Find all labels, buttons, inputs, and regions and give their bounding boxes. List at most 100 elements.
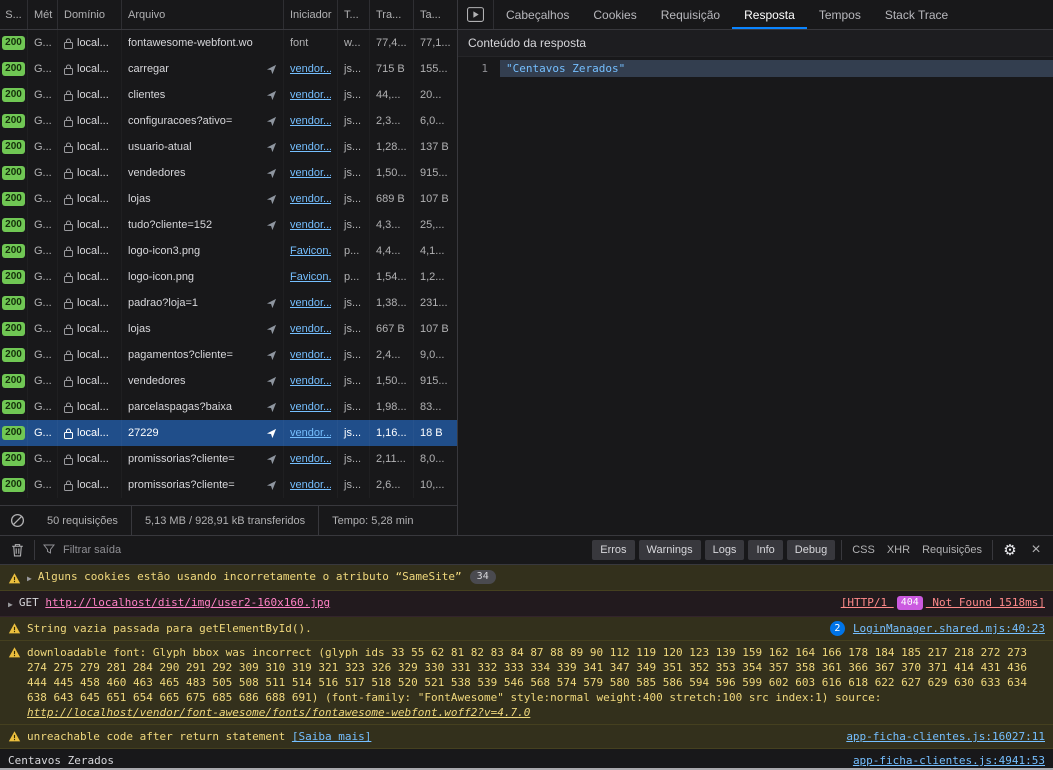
network-request-row[interactable]: 200G...local...usuario-atualvendor....js… <box>0 134 457 160</box>
initiator-label[interactable]: vendor.... <box>290 349 331 361</box>
filter-button-info[interactable]: Info <box>748 540 782 560</box>
initiator-cell: vendor.... <box>284 290 338 316</box>
upload-arrow-icon <box>262 454 277 465</box>
type-cell: p... <box>338 238 370 264</box>
clear-console-button[interactable] <box>4 538 30 562</box>
initiator-label[interactable]: vendor.... <box>290 63 331 75</box>
response-code-viewer[interactable]: 1 "Centavos Zerados" <box>458 57 1053 535</box>
column-header-transferred[interactable]: Tra... <box>370 0 414 29</box>
domain-label: local... <box>77 323 109 335</box>
font-source-link[interactable]: http://localhost/vendor/font-awesome/fon… <box>27 706 530 719</box>
method-cell: G... <box>28 238 58 264</box>
column-header-status[interactable]: S... <box>0 0 28 29</box>
initiator-label[interactable]: vendor.... <box>290 193 331 205</box>
source-link[interactable]: app-ficha-clientes.js:16027:11 <box>846 729 1045 744</box>
tab-stack-trace[interactable]: Stack Trace <box>873 0 960 29</box>
initiator-label[interactable]: vendor.... <box>290 453 331 465</box>
initiator-label[interactable]: vendor.... <box>290 115 331 127</box>
network-request-row[interactable]: 200G...local...promissorias?cliente=vend… <box>0 446 457 472</box>
filter-button-debug[interactable]: Debug <box>787 540 835 560</box>
network-request-row[interactable]: 200G...local...vendedoresvendor....js...… <box>0 368 457 394</box>
learn-more-link[interactable]: [Saiba mais] <box>292 730 371 743</box>
network-request-row[interactable]: 200G...local...vendedoresvendor....js...… <box>0 160 457 186</box>
network-request-row[interactable]: 200G...local...clientesvendor....js...44… <box>0 82 457 108</box>
source-link[interactable]: LoginManager.shared.mjs:40:23 <box>853 621 1045 636</box>
network-request-row[interactable]: 200G...local...carregarvendor....js...71… <box>0 56 457 82</box>
initiator-label[interactable]: vendor.... <box>290 427 331 439</box>
initiator-label[interactable]: vendor.... <box>290 323 331 335</box>
console-message[interactable]: String vazia passada para getElementById… <box>0 617 1053 641</box>
media-play-icon[interactable] <box>458 0 494 29</box>
initiator-label[interactable]: vendor.... <box>290 375 331 387</box>
network-request-row[interactable]: 200G...local...pagamentos?cliente=vendor… <box>0 342 457 368</box>
network-request-row[interactable]: 200G...local...parcelaspagas?baixavendor… <box>0 394 457 420</box>
console-message[interactable]: ▶ Alguns cookies estão usando incorretame… <box>0 565 1053 591</box>
console-message[interactable]: unreachable code after return statement … <box>0 725 1053 749</box>
expand-arrow-icon[interactable]: ▶ <box>8 597 13 612</box>
tab-resposta[interactable]: Resposta <box>732 0 807 29</box>
initiator-label[interactable]: Favicon... <box>290 245 331 257</box>
filter-button-erros[interactable]: Erros <box>592 540 634 560</box>
source-link[interactable]: app-ficha-clientes.js:4941:53 <box>853 753 1045 768</box>
filter-button-warnings[interactable]: Warnings <box>639 540 701 560</box>
request-url[interactable]: http://localhost/dist/img/user2-160x160.… <box>45 596 330 609</box>
console-message[interactable]: Centavos Zeradosapp-ficha-clientes.js:49… <box>0 749 1053 768</box>
filter-button-logs[interactable]: Logs <box>705 540 745 560</box>
filter-button-css[interactable]: CSS <box>846 540 881 560</box>
column-header-domain[interactable]: Domínio <box>58 0 122 29</box>
transferred-cell: 1,50... <box>370 160 414 186</box>
network-request-row[interactable]: 200G...local...logo-icon3.pngFavicon...p… <box>0 238 457 264</box>
initiator-label[interactable]: vendor.... <box>290 167 331 179</box>
column-header-initiator[interactable]: Iniciador <box>284 0 338 29</box>
lock-icon <box>64 324 73 335</box>
tab-tempos[interactable]: Tempos <box>807 0 873 29</box>
response-line[interactable]: 1 "Centavos Zerados" <box>458 60 1053 77</box>
filter-button-requisi-es[interactable]: Requisições <box>916 540 988 560</box>
initiator-label[interactable]: vendor.... <box>290 219 331 231</box>
status-badge: 200 <box>2 270 25 284</box>
tab-cookies[interactable]: Cookies <box>581 0 648 29</box>
initiator-label[interactable]: vendor.... <box>290 479 331 491</box>
clear-requests-icon[interactable] <box>0 513 34 528</box>
network-request-row[interactable]: 200G...local...tudo?cliente=152vendor...… <box>0 212 457 238</box>
domain-cell: local... <box>58 30 122 56</box>
tab-requisi-o[interactable]: Requisição <box>649 0 732 29</box>
initiator-label[interactable]: Favicon... <box>290 271 331 283</box>
initiator-label[interactable]: vendor.... <box>290 401 331 413</box>
initiator-label[interactable]: vendor.... <box>290 141 331 153</box>
message-body-text: Alguns cookies estão usando incorretamen… <box>38 570 462 583</box>
console-message[interactable]: downloadable font: Glyph bbox was incorr… <box>0 641 1053 725</box>
file-label: fontawesome-webfont.wo <box>128 37 253 49</box>
initiator-label[interactable]: vendor.... <box>290 89 331 101</box>
initiator-label[interactable]: vendor.... <box>290 297 331 309</box>
close-console-icon[interactable]: × <box>1023 538 1049 562</box>
expand-arrow-icon[interactable]: ▶ <box>27 571 32 586</box>
requests-count: 50 requisições <box>34 515 131 527</box>
network-request-row[interactable]: 200G...local...logo-icon.pngFavicon...p.… <box>0 264 457 290</box>
transferred-cell: 77,4... <box>370 30 414 56</box>
network-request-row[interactable]: 200G...local...27229vendor....js...1,16.… <box>0 420 457 446</box>
size-cell: 915... <box>414 160 457 186</box>
column-header-file[interactable]: Arquivo <box>122 0 284 29</box>
console-message[interactable]: ▶GET http://localhost/dist/img/user2-160… <box>0 591 1053 617</box>
column-header-type[interactable]: T... <box>338 0 370 29</box>
status-cell: 200 <box>0 238 28 264</box>
network-request-row[interactable]: 200G...local...fontawesome-webfont.wofon… <box>0 30 457 56</box>
file-cell: tudo?cliente=152 <box>122 212 284 238</box>
type-cell: js... <box>338 420 370 446</box>
filter-button-xhr[interactable]: XHR <box>881 540 916 560</box>
column-header-method[interactable]: Mét <box>28 0 58 29</box>
network-request-row[interactable]: 200G...local...promissorias?cliente=vend… <box>0 472 457 498</box>
method-cell: G... <box>28 472 58 498</box>
file-label: pagamentos?cliente= <box>128 349 233 361</box>
console-settings-icon[interactable]: ⚙ <box>997 538 1023 562</box>
network-request-row[interactable]: 200G...local...lojasvendor....js...689 B… <box>0 186 457 212</box>
column-header-size[interactable]: Ta... <box>414 0 458 29</box>
network-request-row[interactable]: 200G...local...configuracoes?ativo=vendo… <box>0 108 457 134</box>
size-cell: 107 B <box>414 316 457 342</box>
console-filter-input[interactable] <box>61 543 590 557</box>
network-request-row[interactable]: 200G...local...padrao?loja=1vendor....js… <box>0 290 457 316</box>
size-cell: 83... <box>414 394 457 420</box>
network-request-row[interactable]: 200G...local...lojasvendor....js...667 B… <box>0 316 457 342</box>
tab-cabe-alhos[interactable]: Cabeçalhos <box>494 0 581 29</box>
